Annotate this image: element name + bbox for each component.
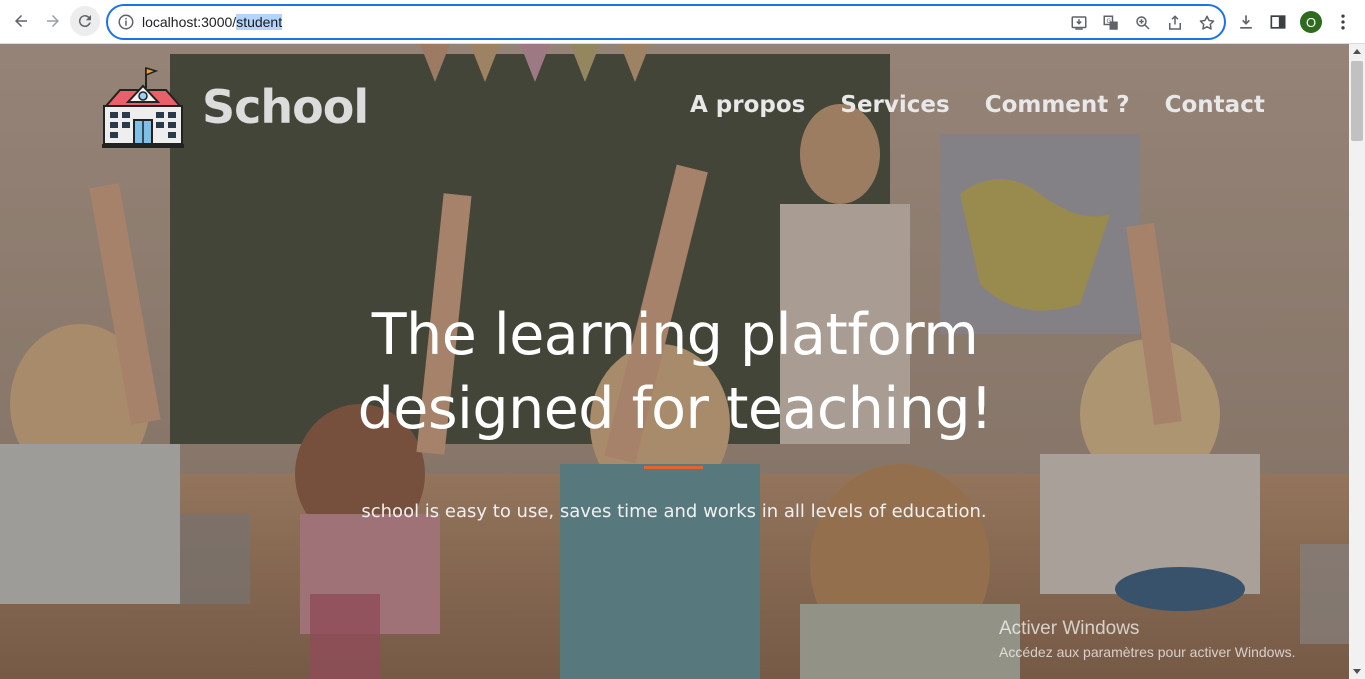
download-icon[interactable]	[1236, 12, 1256, 32]
scroll-up-arrow-icon[interactable]	[1353, 49, 1361, 54]
school-building-icon	[102, 66, 184, 148]
hero-subtitle: school is easy to use, saves time and wo…	[361, 501, 987, 522]
install-app-icon[interactable]	[1070, 14, 1088, 32]
url-path-selected: student	[236, 14, 283, 30]
back-button[interactable]	[6, 6, 36, 36]
page-viewport: School A propos Services Comment ? Conta…	[0, 44, 1349, 679]
windows-activation-watermark: Activer Windows Accédez aux paramètres p…	[999, 618, 1295, 660]
watermark-title: Activer Windows	[999, 618, 1140, 639]
forward-button[interactable]	[38, 6, 68, 36]
hero-title: The learning platform designed for teach…	[250, 298, 1100, 446]
reload-button[interactable]	[70, 6, 100, 36]
hero-title-line1: The learning platform	[371, 302, 979, 368]
info-icon[interactable]	[117, 13, 135, 31]
side-panel-icon[interactable]	[1268, 12, 1288, 32]
svg-text:G: G	[1107, 18, 1112, 25]
arrow-right-icon	[47, 15, 59, 27]
brand-name: School	[202, 80, 369, 134]
vertical-scrollbar[interactable]	[1349, 44, 1365, 679]
kebab-menu-icon[interactable]	[1333, 12, 1353, 32]
nav-link-contact[interactable]: Contact	[1165, 92, 1265, 118]
share-icon[interactable]	[1166, 14, 1184, 32]
profile-avatar[interactable]: O	[1300, 11, 1322, 33]
star-icon[interactable]	[1198, 14, 1216, 32]
watermark-subtitle: Accédez aux paramètres pour activer Wind…	[999, 644, 1296, 660]
scroll-down-arrow-icon[interactable]	[1353, 669, 1361, 674]
brand[interactable]: School	[100, 64, 369, 150]
nav-link-a-propos[interactable]: A propos	[690, 92, 805, 118]
browser-toolbar: localhost:3000/student G O	[0, 0, 1365, 44]
translate-icon[interactable]: G	[1102, 14, 1120, 32]
zoom-icon[interactable]	[1134, 14, 1152, 32]
nav-link-comment[interactable]: Comment ?	[985, 92, 1130, 118]
arrow-left-icon	[15, 15, 27, 27]
address-bar[interactable]: localhost:3000/student G	[106, 4, 1226, 40]
hero-divider	[644, 466, 703, 469]
hero-title-line2: designed for teaching!	[357, 376, 993, 442]
nav-link-services[interactable]: Services	[840, 92, 949, 118]
reload-icon	[78, 15, 91, 28]
url-text[interactable]: localhost:3000/student	[142, 14, 283, 30]
main-nav: A propos Services Comment ? Contact	[690, 92, 1300, 118]
url-host: localhost:3000/	[142, 14, 237, 30]
scroll-thumb[interactable]	[1351, 61, 1363, 141]
